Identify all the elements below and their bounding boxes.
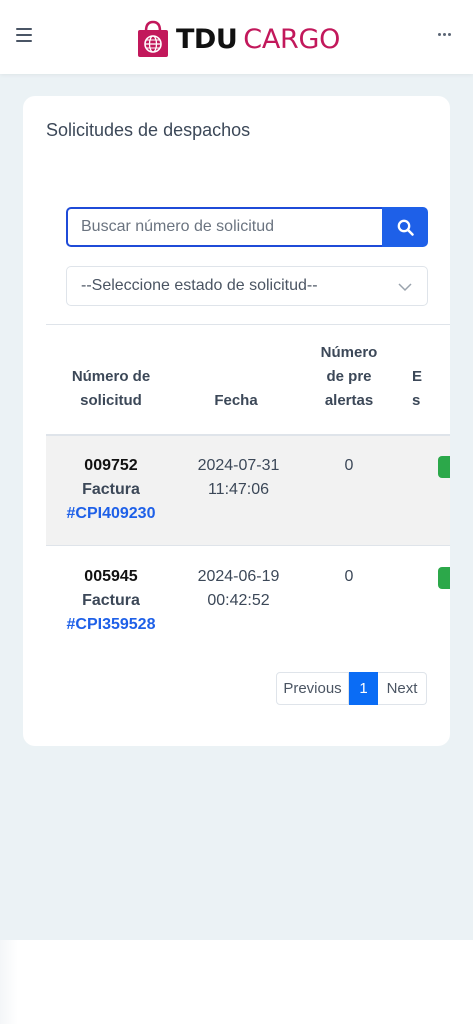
request-number-cell: 005945 Factura #CPI359528: [56, 565, 166, 637]
column-header-pre-line3: alertas: [324, 392, 374, 409]
search-button[interactable]: [382, 207, 428, 247]
column-header-pre-line1: Número: [320, 344, 378, 361]
column-header-fecha[interactable]: Fecha: [186, 389, 286, 413]
top-bar: TDU CARGO: [0, 0, 473, 74]
request-code: 005945: [84, 568, 138, 585]
invoice-link[interactable]: #CPI359528: [56, 613, 166, 637]
brand-name-tdu: TDU: [176, 23, 238, 55]
bottom-area: [0, 940, 473, 1024]
pagination-previous-button[interactable]: Previous: [276, 672, 349, 705]
ellipsis-icon[interactable]: [438, 33, 451, 36]
status-badge: [438, 567, 450, 589]
shopping-bag-globe-icon: [138, 20, 168, 57]
date-cell: 2024-06-19 00:42:52: [186, 565, 291, 613]
invoice-link[interactable]: #CPI409230: [56, 502, 166, 526]
table-row[interactable]: 005945 Factura #CPI359528 2024-06-19 00:…: [46, 547, 450, 657]
request-code: 009752: [84, 457, 138, 474]
time-value: 00:42:52: [207, 592, 270, 609]
column-header-estado-line2: s: [412, 392, 421, 409]
column-header-numero-line1: Número de: [71, 368, 151, 385]
requests-card: Solicitudes de despachos --Seleccione es…: [23, 96, 450, 746]
status-badge: [438, 456, 450, 478]
request-type-label: Factura: [82, 481, 140, 498]
table-row[interactable]: 009752 Factura #CPI409230 2024-07-31 11:…: [46, 436, 450, 546]
brand-logo[interactable]: TDU CARGO: [136, 18, 340, 60]
column-header-pre-alertas[interactable]: Número de pre alertas: [308, 341, 390, 413]
date-cell: 2024-07-31 11:47:06: [186, 454, 291, 502]
column-header-numero[interactable]: Número de solicitud: [62, 365, 160, 413]
pagination: Previous 1 Next: [276, 672, 427, 705]
page-title: Solicitudes de despachos: [46, 120, 251, 140]
pagination-next-button[interactable]: Next: [378, 672, 427, 705]
brand-name-cargo: CARGO: [243, 23, 341, 55]
request-type-label: Factura: [82, 592, 140, 609]
bottom-edge-shade: [0, 940, 18, 1024]
date-value: 2024-06-19: [197, 568, 280, 585]
search-input[interactable]: [66, 207, 382, 247]
date-value: 2024-07-31: [197, 457, 280, 474]
request-number-cell: 009752 Factura #CPI409230: [56, 454, 166, 526]
column-header-estado-line1: E: [412, 368, 423, 385]
time-value: 11:47:06: [207, 481, 270, 498]
column-header-numero-line2: solicitud: [80, 392, 142, 409]
status-select[interactable]: --Seleccione estado de solicitud--: [66, 266, 428, 306]
column-header-estado[interactable]: E s: [412, 365, 442, 413]
search-bar: [66, 207, 428, 247]
column-header-pre-line2: de pre: [326, 368, 372, 385]
search-icon: [397, 219, 414, 236]
pre-alerts-count: 0: [344, 457, 354, 474]
status-select-value: --Seleccione estado de solicitud--: [81, 277, 318, 294]
pagination-page-1[interactable]: 1: [349, 672, 378, 705]
pre-alerts-count: 0: [344, 568, 354, 585]
chevron-down-icon: [398, 283, 412, 292]
hamburger-icon[interactable]: [16, 28, 34, 44]
requests-table: Número de solicitud Fecha Número de pre …: [46, 324, 450, 657]
